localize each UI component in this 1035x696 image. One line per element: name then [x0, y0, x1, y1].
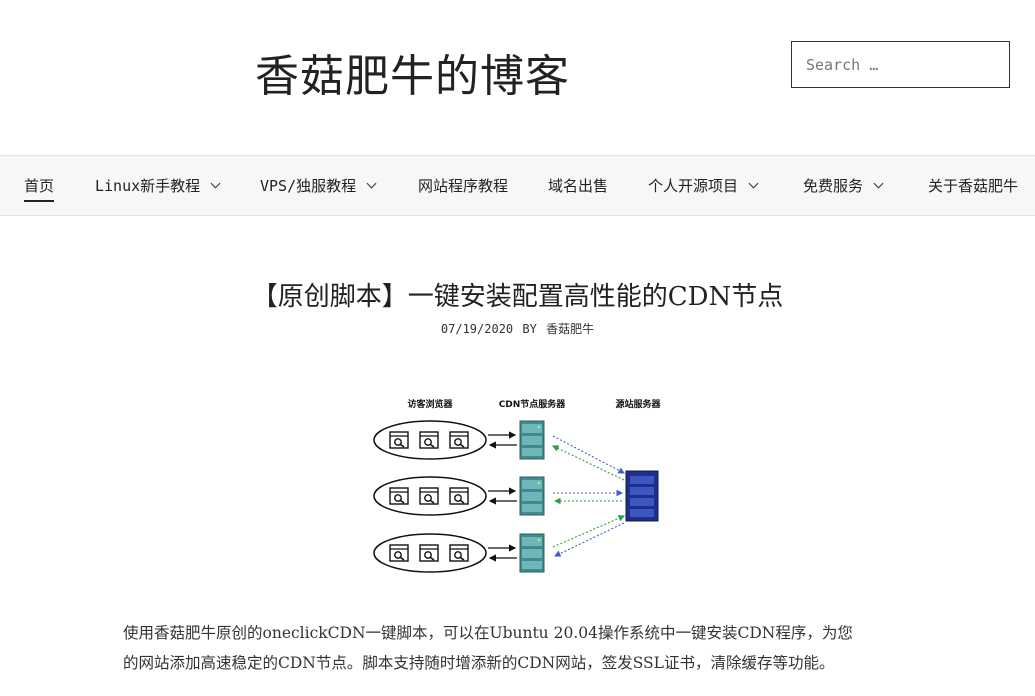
- nav-item-label: 网站程序教程: [418, 177, 509, 195]
- nav-item-label: 关于香菇肥牛: [928, 177, 1019, 195]
- browser-icon: [449, 431, 469, 449]
- nav-item-free-services[interactable]: 免费服务: [803, 156, 884, 215]
- excerpt-line: 的网站添加高速稳定的CDN节点。脚本支持随时增添新的CDN网站，签发SSL证书，…: [123, 654, 835, 672]
- nav-item-home[interactable]: 首页: [24, 156, 55, 215]
- post-excerpt: 使用香菇肥牛原创的oneclickCDN一键脚本，可以在Ubuntu 20.04…: [123, 618, 923, 678]
- nav-item-label: Linux新手教程: [95, 177, 201, 195]
- nav-item-about[interactable]: 关于香菇肥牛: [928, 156, 1018, 215]
- browser-icon: [449, 544, 469, 562]
- diagram-label-cdn: CDN节点服务器: [499, 398, 567, 410]
- site-title[interactable]: 香菇肥牛的博客: [255, 40, 570, 104]
- chevron-down-icon: [748, 178, 759, 189]
- post-date[interactable]: 07/19/2020: [441, 322, 513, 336]
- cdn-server-icon: [519, 533, 545, 573]
- post-by: BY: [522, 322, 537, 336]
- nav-item-vps-tutorials[interactable]: VPS/独服教程: [260, 156, 377, 215]
- nav-item-label: 免费服务: [803, 177, 864, 195]
- cdn-server-icon: [519, 476, 545, 516]
- diagram-label-browsers: 访客浏览器: [407, 398, 453, 410]
- nav-item-website-tutorials[interactable]: 网站程序教程: [418, 156, 508, 215]
- nav-item-label: 首页: [24, 175, 55, 202]
- browser-icon: [419, 544, 439, 562]
- browser-icon: [389, 487, 409, 505]
- chevron-down-icon: [210, 178, 221, 189]
- nav-item-open-source[interactable]: 个人开源项目: [648, 156, 759, 215]
- chevron-down-icon: [366, 178, 377, 189]
- excerpt-line: 使用香菇肥牛原创的oneclickCDN一键脚本，可以在Ubuntu 20.04…: [123, 624, 853, 642]
- post-title[interactable]: 【原创脚本】一键安装配置高性能的CDN节点: [0, 276, 1035, 313]
- search-box[interactable]: [791, 41, 1010, 88]
- nav-item-domains-for-sale[interactable]: 域名出售: [548, 156, 608, 215]
- nav-item-label: VPS/独服教程: [260, 177, 357, 195]
- origin-server-icon: [625, 470, 659, 522]
- browser-icon: [389, 431, 409, 449]
- cdn-server-icon: [519, 420, 545, 460]
- nav-item-linux-tutorials[interactable]: Linux新手教程: [95, 156, 221, 215]
- browser-group-1: [373, 420, 487, 460]
- browser-icon: [419, 487, 439, 505]
- diagram-label-origin: 源站服务器: [615, 398, 661, 410]
- post-author[interactable]: 香菇肥牛: [546, 322, 594, 336]
- chevron-down-icon: [873, 178, 884, 189]
- browser-icon: [449, 487, 469, 505]
- browser-group-2: [373, 476, 487, 516]
- nav-item-label: 个人开源项目: [648, 177, 739, 195]
- post-meta: 07/19/2020 BY 香菇肥牛: [0, 320, 1035, 337]
- browser-group-3: [373, 533, 487, 573]
- browser-icon: [419, 431, 439, 449]
- browser-icon: [389, 544, 409, 562]
- nav-item-label: 域名出售: [548, 177, 609, 195]
- cdn-diagram: 访客浏览器 CDN节点服务器 源站服务器: [373, 398, 661, 573]
- search-input[interactable]: [792, 42, 1009, 87]
- main-nav: 首页 Linux新手教程 VPS/独服教程 网站程序教程 域名出售 个人开源项目…: [0, 155, 1035, 216]
